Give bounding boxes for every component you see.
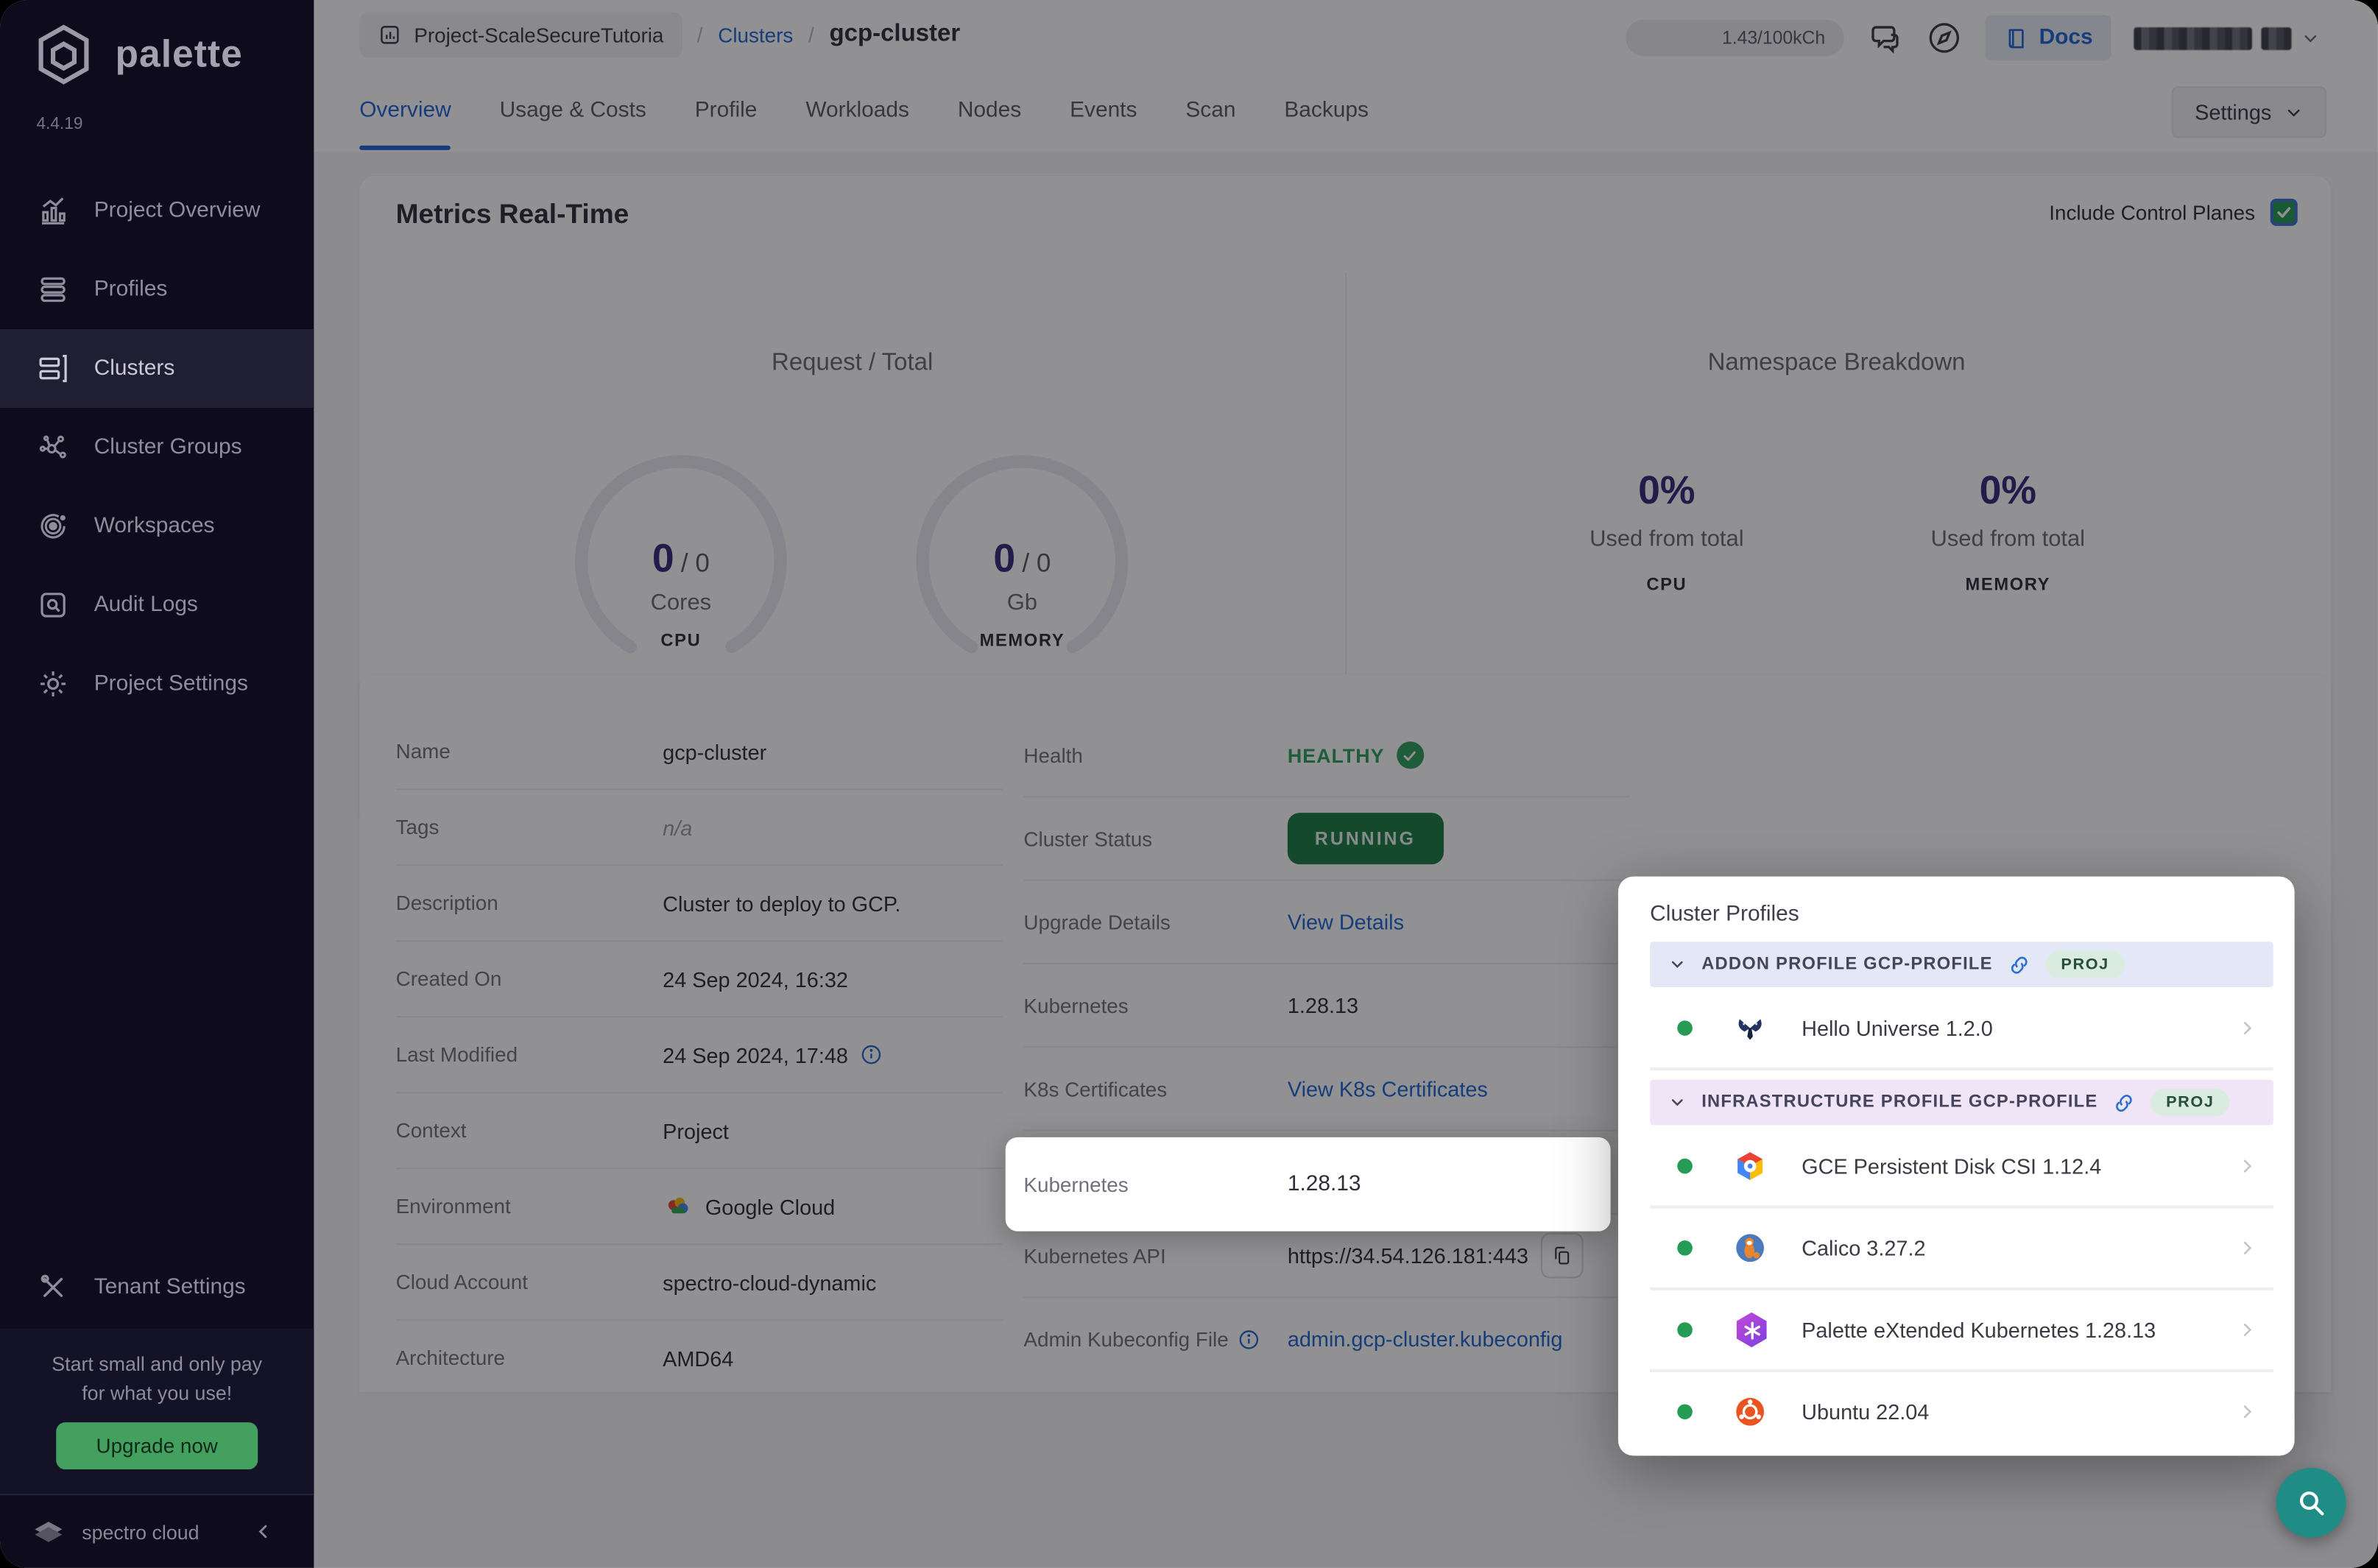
sidebar-item-label: Project Overview: [94, 198, 261, 223]
palette-logo: palette: [30, 21, 243, 88]
orbit-icon: [36, 509, 69, 543]
app-window: palette 4.4.19 Project Overview Profiles…: [0, 0, 2378, 1568]
sidebar-item-cluster-groups[interactable]: Cluster Groups: [0, 408, 314, 487]
brand-bar: spectro cloud: [0, 1494, 314, 1568]
kubernetes-version: 1.28.13: [1287, 1172, 1361, 1197]
spectro-cloud-logo-icon: [30, 1514, 66, 1550]
sidebar-item-workspaces[interactable]: Workspaces: [0, 487, 314, 565]
sidebar-item-label: Workspaces: [94, 514, 215, 539]
palette-logo-icon: [30, 21, 97, 88]
ubuntu-icon: [1732, 1394, 1768, 1430]
addon-profile-header[interactable]: ADDON PROFILE GCP-PROFILE PROJ: [1650, 942, 2273, 987]
layers-icon: [36, 273, 69, 306]
profile-layer-name: Palette eXtended Kubernetes 1.28.13: [1802, 1318, 2156, 1343]
palette-k8s-icon: [1736, 1312, 1767, 1348]
infrastructure-profile-header[interactable]: INFRASTRUCTURE PROFILE GCP-PROFILE PROJ: [1650, 1079, 2273, 1126]
cluster-profiles-title: Cluster Profiles: [1650, 902, 1799, 927]
detail-label: Kubernetes: [1023, 1173, 1129, 1196]
logo-wordmark: palette: [115, 32, 243, 75]
collapse-sidebar-chevron-icon[interactable]: [253, 1521, 275, 1542]
calico-icon: [1732, 1230, 1768, 1266]
chevron-down-icon: [1668, 956, 1687, 974]
sidebar-item-label: Profiles: [94, 277, 168, 302]
status-dot-green: [1677, 1240, 1693, 1256]
upgrade-promo: Start small and only pay for what you us…: [0, 1328, 314, 1494]
chevron-right-icon: [2237, 1156, 2258, 1177]
chevron-right-icon: [2237, 1401, 2258, 1422]
hello-universe-icon: [1732, 1010, 1768, 1046]
upgrade-now-button[interactable]: Upgrade now: [56, 1422, 258, 1470]
doc-search-icon: [36, 588, 69, 621]
nodes-icon: [36, 431, 69, 464]
profile-layer-name: Hello Universe 1.2.0: [1802, 1016, 1993, 1041]
profile-layer-hello-universe[interactable]: Hello Universe 1.2.0: [1650, 989, 2273, 1071]
profile-layer-palette-k8s[interactable]: Palette eXtended Kubernetes 1.28.13: [1650, 1290, 2273, 1373]
proj-scope-badge: PROJ: [2045, 950, 2125, 978]
link-icon: [2113, 1091, 2136, 1114]
profile-layer-name: Calico 3.27.2: [1802, 1235, 1926, 1260]
brand-name: spectro cloud: [82, 1520, 200, 1543]
profile-layer-name: Ubuntu 22.04: [1802, 1399, 1930, 1424]
promo-text-line2: for what you use!: [82, 1381, 233, 1405]
status-dot-green: [1677, 1020, 1693, 1036]
status-dot-green: [1677, 1322, 1693, 1338]
link-icon: [2008, 953, 2031, 976]
sidebar-item-label: Tenant Settings: [94, 1275, 246, 1300]
proj-scope-badge: PROJ: [2151, 1089, 2230, 1117]
profile-section-label: ADDON PROFILE GCP-PROFILE: [1701, 955, 1993, 974]
cluster-profiles-popup: Cluster Profiles ADDON PROFILE GCP-PROFI…: [1617, 876, 2295, 1456]
gce-persistent-disk-icon: [1732, 1148, 1768, 1184]
profile-layer-name: GCE Persistent Disk CSI 1.12.4: [1802, 1154, 2102, 1179]
chevron-right-icon: [2237, 1319, 2258, 1341]
promo-text-line1: Start small and only pay: [52, 1352, 263, 1376]
profile-layer-ubuntu[interactable]: Ubuntu 22.04: [1650, 1372, 2273, 1452]
sidebar-item-profiles[interactable]: Profiles: [0, 250, 314, 329]
sidebar: palette 4.4.19 Project Overview Profiles…: [0, 0, 314, 1568]
status-dot-green: [1677, 1158, 1693, 1174]
sidebar-item-label: Cluster Groups: [94, 435, 242, 460]
profile-section-label: INFRASTRUCTURE PROFILE GCP-PROFILE: [1701, 1093, 2098, 1112]
sidebar-item-label: Project Settings: [94, 671, 248, 696]
sidebar-menu: Project Overview Profiles Clusters Clust…: [0, 172, 314, 724]
sidebar-item-audit-logs[interactable]: Audit Logs: [0, 565, 314, 644]
app-version: 4.4.19: [36, 115, 83, 134]
kubernetes-spotlight-row: Kubernetes 1.28.13: [1005, 1137, 1611, 1232]
tools-icon: [36, 1271, 69, 1304]
sidebar-item-project-settings[interactable]: Project Settings: [0, 644, 314, 723]
sidebar-item-project-overview[interactable]: Project Overview: [0, 172, 314, 250]
search-fab-button[interactable]: [2276, 1467, 2346, 1538]
chevron-down-icon: [1668, 1093, 1687, 1112]
gear-icon: [36, 667, 69, 700]
status-dot-green: [1677, 1404, 1693, 1420]
sidebar-item-clusters[interactable]: Clusters: [0, 328, 314, 409]
sidebar-item-tenant-settings[interactable]: Tenant Settings: [0, 1248, 350, 1327]
chevron-right-icon: [2237, 1237, 2258, 1259]
profile-layer-calico[interactable]: Calico 3.27.2: [1650, 1208, 2273, 1290]
sidebar-item-label: Clusters: [94, 356, 175, 381]
chevron-right-icon: [2237, 1017, 2258, 1039]
bar-chart-icon: [36, 194, 69, 227]
search-icon: [2295, 1486, 2328, 1519]
server-icon: [36, 352, 69, 385]
sidebar-item-label: Audit Logs: [94, 593, 198, 618]
profile-layer-gce-disk[interactable]: GCE Persistent Disk CSI 1.12.4: [1650, 1126, 2273, 1209]
